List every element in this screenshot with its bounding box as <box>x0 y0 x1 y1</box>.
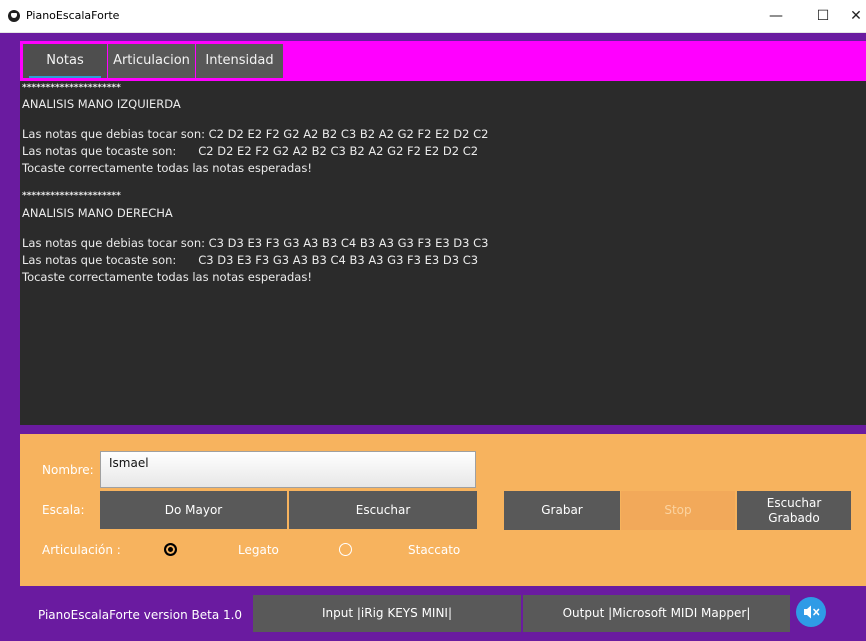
maximize-button[interactable]: ☐ <box>803 0 843 32</box>
title-bar: PianoEscalaForte — ☐ ✕ <box>0 0 866 33</box>
separator-line: ********************* <box>22 83 121 93</box>
escuchar-button[interactable]: Escuchar <box>289 491 477 529</box>
tab-bar: Notas Articulacion Intensidad <box>20 41 866 81</box>
tab-intensidad[interactable]: Intensidad <box>196 44 283 78</box>
input-device-button[interactable]: Input |iRig KEYS MINI| <box>253 595 521 632</box>
controls-panel: Nombre: Ismael Escala: Do Mayor Escuchar… <box>20 434 866 586</box>
speaker-muted-icon <box>804 605 820 619</box>
escala-label: Escala: <box>42 503 85 517</box>
left-hand-heading: ANALISIS MANO IZQUIERDA <box>22 97 181 111</box>
version-label: PianoEscalaForte version Beta 1.0 <box>38 608 243 622</box>
separator-line: ********************* <box>22 191 121 201</box>
escuchar-grabado-line1: Escuchar <box>766 496 822 510</box>
left-played-notes: Las notas que tocaste son: C2 D2 E2 F2 G… <box>22 144 479 158</box>
staccato-radio[interactable] <box>339 543 352 556</box>
nombre-input[interactable]: Ismael <box>100 451 476 488</box>
staccato-label: Staccato <box>408 543 461 557</box>
legato-label: Legato <box>238 543 279 557</box>
tab-articulacion[interactable]: Articulacion <box>108 44 195 78</box>
left-expected-notes: Las notas que debias tocar son: C2 D2 E2… <box>22 127 489 141</box>
grabar-button[interactable]: Grabar <box>504 491 620 530</box>
window-title: PianoEscalaForte <box>26 9 120 22</box>
right-played-notes: Las notas que tocaste son: C3 D3 E3 F3 G… <box>22 253 479 267</box>
stop-button[interactable]: Stop <box>621 491 735 530</box>
escuchar-grabado-button[interactable]: Escuchar Grabado <box>737 491 851 530</box>
app-icon <box>8 10 20 22</box>
right-expected-notes: Las notas que debias tocar son: C3 D3 E3… <box>22 236 489 250</box>
escuchar-grabado-line2: Grabado <box>768 511 820 525</box>
escala-selector[interactable]: Do Mayor <box>100 491 287 529</box>
close-button[interactable]: ✕ <box>846 0 866 32</box>
analysis-output[interactable]: ********************* ANALISIS MANO IZQU… <box>20 81 866 425</box>
output-device-button[interactable]: Output |Microsoft MIDI Mapper| <box>523 595 790 632</box>
mute-button[interactable] <box>796 597 826 627</box>
minimize-button[interactable]: — <box>756 0 796 32</box>
nombre-label: Nombre: <box>42 463 94 477</box>
right-hand-heading: ANALISIS MANO DERECHA <box>22 206 173 220</box>
articulacion-label: Articulación : <box>42 543 121 557</box>
right-result: Tocaste correctamente todas las notas es… <box>22 270 312 284</box>
left-result: Tocaste correctamente todas las notas es… <box>22 161 312 175</box>
tab-notas[interactable]: Notas <box>23 44 107 78</box>
legato-radio[interactable] <box>164 543 177 556</box>
